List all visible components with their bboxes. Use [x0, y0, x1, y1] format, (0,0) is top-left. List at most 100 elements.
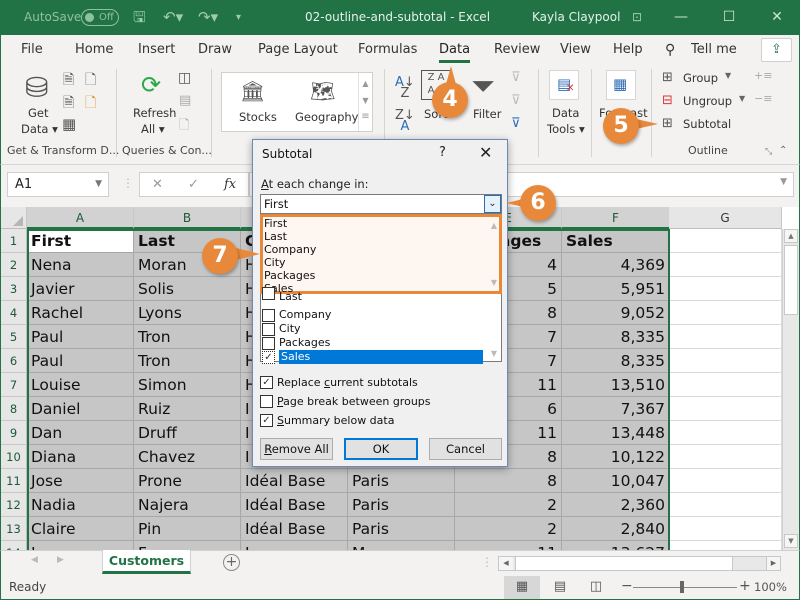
checkbox-company[interactable] — [262, 309, 275, 322]
empty-cell[interactable] — [669, 421, 782, 445]
column-header-a[interactable]: A — [27, 207, 134, 229]
vertical-scroll-thumb[interactable] — [784, 245, 798, 315]
table-cell[interactable]: Nena — [27, 253, 134, 277]
table-cell[interactable]: Rachel — [27, 301, 134, 325]
stocks-button[interactable]: Stocks — [239, 110, 277, 124]
table-cell[interactable]: 13,510 — [562, 373, 670, 397]
from-text-icon[interactable]: 🗎 — [63, 69, 74, 93]
expand-formula-bar-icon[interactable]: ▼ — [780, 177, 787, 187]
close-button[interactable]: ✕ — [754, 0, 800, 35]
refresh-all-icon[interactable]: ⟳ — [141, 71, 161, 99]
at-each-change-combobox[interactable]: First ⌄ — [260, 194, 502, 214]
dropdown-option[interactable]: First — [263, 217, 499, 230]
vertical-scrollbar[interactable]: ▲ ▼ — [782, 229, 799, 550]
dropdown-option[interactable]: Company — [263, 243, 499, 256]
scroll-right-icon[interactable]: ▶ — [766, 557, 780, 570]
column-header-g[interactable]: G — [669, 207, 782, 229]
table-cell[interactable]: 4,369 — [562, 253, 670, 277]
save-icon[interactable]: 🖫 — [133, 9, 146, 26]
summary-below-checkbox[interactable]: ✓ — [260, 414, 273, 427]
table-cell[interactable]: Druff — [134, 421, 241, 445]
stocks-icon[interactable]: 🏛 — [240, 79, 265, 103]
table-cell[interactable]: L — [27, 541, 134, 550]
table-cell[interactable]: 2 — [455, 517, 562, 541]
empty-cell[interactable] — [669, 229, 782, 253]
tab-data[interactable]: Data — [439, 35, 471, 65]
geography-button[interactable]: Geography — [295, 110, 359, 124]
next-sheet-icon[interactable]: ▶ — [57, 555, 64, 565]
empty-cell[interactable] — [669, 277, 782, 301]
row-header[interactable]: 13 — [1, 517, 27, 541]
gallery-up-icon[interactable]: ▲ — [359, 79, 372, 88]
table-cell[interactable]: 10,047 — [562, 469, 670, 493]
subtotal-icon[interactable]: ⊞ — [662, 116, 673, 131]
table-cell[interactable]: Jose — [27, 469, 134, 493]
from-table-icon[interactable]: ▦ — [62, 115, 76, 133]
redo-icon[interactable]: ↷▾ — [198, 9, 218, 26]
empty-cell[interactable] — [669, 469, 782, 493]
tab-page-layout[interactable]: Page Layout — [258, 35, 338, 65]
search-icon[interactable]: ⚲ — [665, 35, 675, 65]
normal-view-icon[interactable]: ▦ — [504, 576, 540, 599]
list-scroll-down-icon[interactable]: ▼ — [491, 349, 497, 358]
forecast-icon-box[interactable]: ▦ — [606, 70, 636, 100]
page-break-checkbox[interactable] — [260, 395, 273, 408]
page-layout-view-icon[interactable]: ▤ — [542, 576, 578, 599]
empty-cell[interactable] — [669, 493, 782, 517]
ribbon-display-icon[interactable]: ⊡ — [632, 9, 642, 26]
cancel-formula-icon[interactable]: ✕ — [152, 173, 163, 196]
existing-connections-icon[interactable]: 🗋 — [85, 92, 96, 116]
table-cell[interactable]: 2,360 — [562, 493, 670, 517]
table-cell[interactable]: Daniel — [27, 397, 134, 421]
row-header[interactable]: 1 — [1, 229, 27, 253]
column-header-b[interactable]: B — [134, 207, 241, 229]
zoom-in-button[interactable]: + — [739, 578, 751, 594]
get-data-icon[interactable]: ⛁ — [25, 71, 48, 104]
get-data-label[interactable]: Get — [28, 106, 49, 120]
horizontal-scrollbar[interactable]: ◀ ▶ — [498, 556, 781, 571]
dropdown-option[interactable]: Last — [263, 230, 499, 243]
gallery-down-icon[interactable]: ▼ — [359, 96, 372, 105]
table-cell[interactable]: Nadia — [27, 493, 134, 517]
table-cell[interactable]: Chavez — [134, 445, 241, 469]
checkbox-sales[interactable]: ✓ — [262, 351, 275, 364]
table-cell[interactable]: 8,335 — [562, 325, 670, 349]
tab-file[interactable]: File — [21, 35, 43, 65]
field-dropdown-list[interactable]: First Last Company City Packages Sales ▲… — [260, 214, 502, 295]
tab-home[interactable]: Home — [75, 35, 113, 65]
prev-sheet-icon[interactable]: ◀ — [31, 555, 38, 565]
table-cell[interactable]: 8 — [455, 469, 562, 493]
row-header[interactable]: 3 — [1, 277, 27, 301]
name-box[interactable]: A1 ▼ — [7, 172, 109, 197]
row-header[interactable]: 12 — [1, 493, 27, 517]
empty-cell[interactable] — [669, 445, 782, 469]
zoom-slider-thumb[interactable] — [680, 581, 684, 593]
table-cell[interactable]: Paris — [348, 517, 455, 541]
scroll-left-icon[interactable]: ◀ — [499, 557, 513, 570]
table-cell[interactable]: 7,367 — [562, 397, 670, 421]
table-cell[interactable]: Ruiz — [134, 397, 241, 421]
refresh-dropdown[interactable]: All ▾ — [141, 122, 165, 136]
table-cell[interactable]: Najera — [134, 493, 241, 517]
table-cell[interactable]: Dan — [27, 421, 134, 445]
table-cell[interactable]: Prone — [134, 469, 241, 493]
scroll-down-icon[interactable]: ▼ — [784, 534, 798, 548]
gallery-scrollbar[interactable]: ▲ ▼ ≡ — [358, 73, 372, 131]
table-cell[interactable]: Simon — [134, 373, 241, 397]
empty-cell[interactable] — [669, 325, 782, 349]
row-header[interactable]: 11 — [1, 469, 27, 493]
row-header[interactable]: 9 — [1, 421, 27, 445]
table-cell[interactable]: Solis — [134, 277, 241, 301]
tab-insert[interactable]: Insert — [138, 35, 175, 65]
subtotal-button[interactable]: Subtotal — [683, 117, 731, 131]
table-cell[interactable]: Lyons — [134, 301, 241, 325]
table-cell[interactable]: Diana — [27, 445, 134, 469]
enter-formula-icon[interactable]: ✓ — [188, 173, 199, 196]
table-cell[interactable]: Idéal Base — [241, 493, 348, 517]
share-button[interactable]: ⇪ — [761, 38, 792, 62]
tab-split-handle[interactable]: ⋮ — [481, 555, 493, 569]
row-header[interactable]: 4 — [1, 301, 27, 325]
table-cell[interactable]: First — [27, 229, 134, 253]
cancel-button[interactable]: Cancel — [429, 438, 502, 460]
row-header[interactable]: 14 — [1, 541, 27, 550]
